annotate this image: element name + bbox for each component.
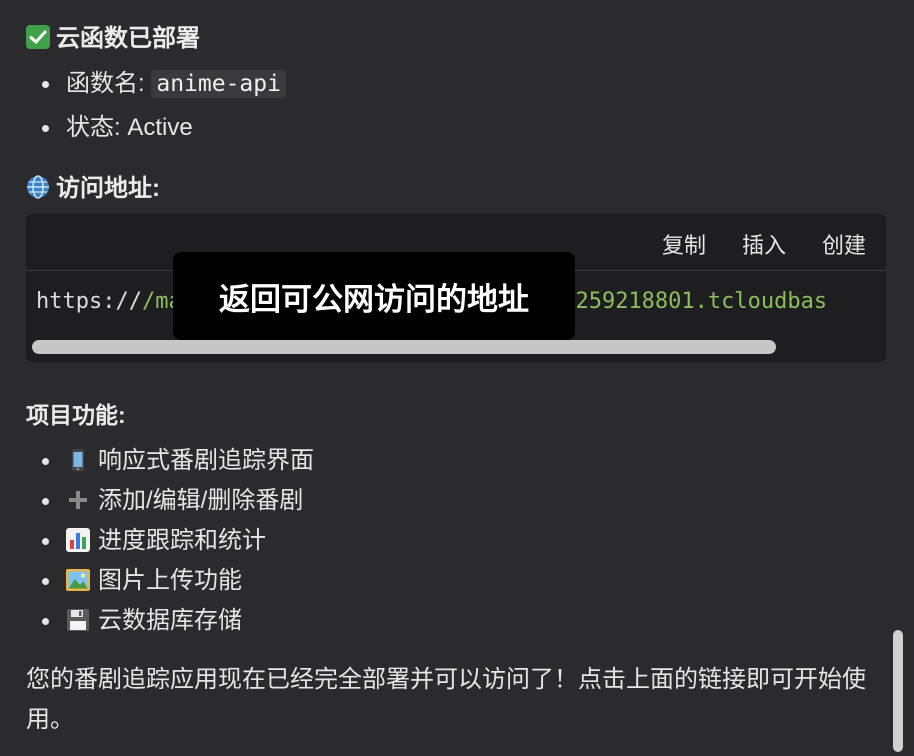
list-item: 状态: Active — [40, 106, 286, 150]
insert-button[interactable]: 插入 — [742, 228, 786, 260]
list-item: 响应式番剧追踪界面 — [40, 441, 314, 481]
function-name-label: 函数名: — [66, 70, 145, 97]
copy-button[interactable]: 复制 — [662, 228, 706, 260]
bar-chart-icon — [66, 528, 90, 552]
list-item: 图片上传功能 — [40, 561, 314, 601]
features-heading: 项目功能: — [26, 402, 126, 428]
list-item: 云数据库存储 — [40, 601, 314, 641]
features-list: 响应式番剧追踪界面 添加/编辑/删除番剧 进度跟踪和统计 图片上传功能 云数据库… — [40, 441, 314, 641]
access-address-heading: 访问地址: — [26, 168, 160, 203]
vertical-scrollbar[interactable] — [893, 630, 903, 752]
check-mark-icon — [26, 25, 50, 49]
plus-icon — [69, 491, 87, 509]
status-text: 状态: Active — [66, 114, 193, 141]
globe-icon — [27, 175, 49, 199]
floppy-disk-icon — [67, 609, 89, 631]
list-item: 函数名: anime-api — [40, 66, 286, 102]
picture-icon — [66, 569, 90, 591]
tooltip: 返回可公网访问的地址 — [173, 252, 575, 340]
mobile-phone-icon — [72, 449, 84, 471]
closing-paragraph: 您的番剧追踪应用现在已经完全部署并可以访问了！点击上面的链接即可开始使用。 — [26, 666, 866, 733]
create-button[interactable]: 创建 — [822, 228, 866, 260]
deployed-heading: 云函数已部署 — [26, 18, 200, 53]
list-item: 添加/编辑/删除番剧 — [40, 481, 314, 521]
horizontal-scrollbar[interactable] — [32, 340, 776, 354]
list-item: 进度跟踪和统计 — [40, 521, 314, 561]
function-info-list: 函数名: anime-api 状态: Active — [40, 66, 286, 150]
function-name-value: anime-api — [151, 70, 286, 98]
